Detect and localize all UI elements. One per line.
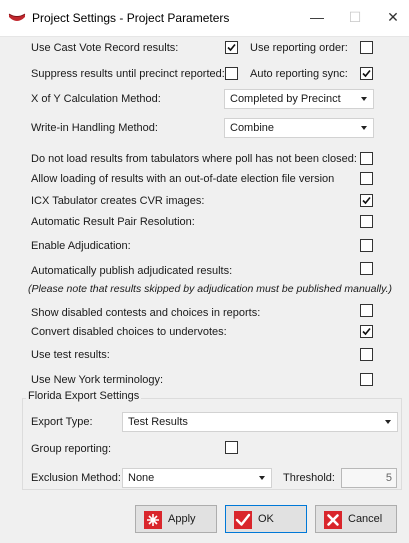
auto-result-pair-checkbox[interactable] xyxy=(360,215,373,228)
writein-method-label: Write-in Handling Method: xyxy=(31,122,158,134)
ok-button-label: OK xyxy=(258,513,274,525)
show-disabled-checkbox[interactable] xyxy=(360,304,373,317)
suppress-results-checkbox[interactable] xyxy=(225,67,238,80)
auto-publish-adjudicated-checkbox[interactable] xyxy=(360,262,373,275)
apply-button-label: Apply xyxy=(168,513,196,525)
cancel-button[interactable]: Cancel xyxy=(315,505,397,533)
auto-publish-adjudicated-label: Automatically publish adjudicated result… xyxy=(31,265,233,277)
writein-method-value: Combine xyxy=(230,122,275,134)
export-type-value: Test Results xyxy=(128,416,188,428)
threshold-input[interactable]: 5 xyxy=(341,468,397,488)
use-cvr-label: Use Cast Vote Record results: xyxy=(31,42,179,54)
use-ny-terminology-checkbox[interactable] xyxy=(360,373,373,386)
group-reporting-checkbox[interactable] xyxy=(225,441,238,454)
use-reporting-order-checkbox[interactable] xyxy=(360,41,373,54)
auto-reporting-sync-checkbox[interactable] xyxy=(360,67,373,80)
use-test-results-checkbox[interactable] xyxy=(360,348,373,361)
allow-out-of-date-label: Allow loading of results with an out-of-… xyxy=(31,173,335,185)
auto-result-pair-label: Automatic Result Pair Resolution: xyxy=(31,216,195,228)
cancel-x-icon xyxy=(324,511,342,529)
adjudication-note: (Please note that results skipped by adj… xyxy=(28,283,393,295)
window-title: Project Settings - Project Parameters xyxy=(32,11,230,25)
threshold-label: Threshold: xyxy=(283,472,335,484)
close-button[interactable]: ✕ xyxy=(380,6,406,28)
xofy-method-value: Completed by Precinct xyxy=(230,93,341,105)
cancel-button-label: Cancel xyxy=(348,513,383,525)
enable-adjudication-checkbox[interactable] xyxy=(360,239,373,252)
exclusion-method-label: Exclusion Method: xyxy=(31,472,121,484)
checkmark-icon xyxy=(234,511,252,529)
app-logo-icon xyxy=(8,13,26,21)
do-not-load-checkbox[interactable] xyxy=(360,152,373,165)
group-reporting-label: Group reporting: xyxy=(31,443,112,455)
chevron-down-icon xyxy=(385,420,391,424)
convert-disabled-checkbox[interactable] xyxy=(360,325,373,338)
chevron-down-icon xyxy=(361,126,367,130)
export-type-label: Export Type: xyxy=(31,416,93,428)
chevron-down-icon xyxy=(361,97,367,101)
allow-out-of-date-checkbox[interactable] xyxy=(360,172,373,185)
enable-adjudication-label: Enable Adjudication: xyxy=(31,240,131,252)
exclusion-method-value: None xyxy=(128,472,155,484)
use-ny-terminology-label: Use New York terminology: xyxy=(31,374,164,386)
export-type-dropdown[interactable]: Test Results xyxy=(122,412,398,432)
title-bar: Project Settings - Project Parameters — … xyxy=(0,0,409,36)
use-test-results-label: Use test results: xyxy=(31,349,110,361)
exclusion-method-dropdown[interactable]: None xyxy=(122,468,272,488)
ok-button[interactable]: OK xyxy=(225,505,307,533)
chevron-down-icon xyxy=(259,476,265,480)
checkmark-icon xyxy=(362,69,371,78)
maximize-button: ☐ xyxy=(348,9,362,25)
apply-button[interactable]: Apply xyxy=(135,505,217,533)
use-reporting-order-label: Use reporting order: xyxy=(250,42,348,54)
do-not-load-label: Do not load results from tabulators wher… xyxy=(31,153,357,165)
writein-method-dropdown[interactable]: Combine xyxy=(224,118,374,138)
suppress-results-label: Suppress results until precinct reported… xyxy=(31,68,225,80)
convert-disabled-label: Convert disabled choices to undervotes: xyxy=(31,326,227,338)
apply-icon xyxy=(144,511,162,529)
xofy-method-label: X of Y Calculation Method: xyxy=(31,93,161,105)
auto-reporting-sync-label: Auto reporting sync: xyxy=(250,68,348,80)
checkmark-icon xyxy=(362,196,371,205)
threshold-value: 5 xyxy=(385,472,392,484)
icx-cvr-images-checkbox[interactable] xyxy=(360,194,373,207)
checkmark-icon xyxy=(227,43,236,52)
use-cvr-checkbox[interactable] xyxy=(225,41,238,54)
florida-export-group-title: Florida Export Settings xyxy=(26,390,142,402)
xofy-method-dropdown[interactable]: Completed by Precinct xyxy=(224,89,374,109)
icx-cvr-images-label: ICX Tabulator creates CVR images: xyxy=(31,195,205,207)
checkmark-icon xyxy=(362,327,371,336)
minimize-button[interactable]: — xyxy=(304,6,330,28)
show-disabled-label: Show disabled contests and choices in re… xyxy=(31,307,261,319)
